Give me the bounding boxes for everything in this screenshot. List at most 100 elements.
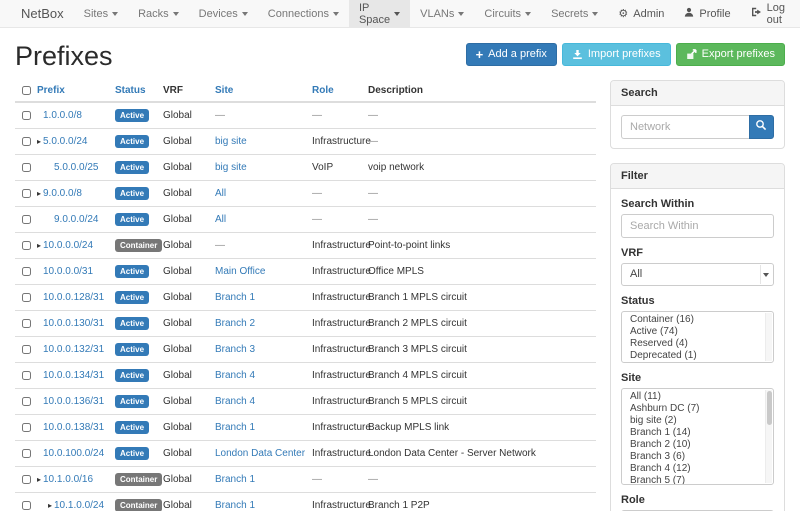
select-option[interactable]: Branch 3 (6) (622, 451, 773, 463)
admin-link[interactable]: ⚙ Admin (608, 0, 674, 27)
site-link[interactable]: Branch 2 (215, 318, 255, 329)
nav-item-sites[interactable]: Sites (74, 0, 128, 27)
prefix-link[interactable]: 1.0.0.0/8 (43, 110, 82, 121)
select-option[interactable]: Branch 5 (7) (622, 475, 773, 485)
row-checkbox[interactable] (22, 137, 31, 146)
search-input[interactable] (621, 115, 749, 139)
row-checkbox[interactable] (22, 397, 31, 406)
select-option[interactable]: Branch 2 (10) (622, 439, 773, 451)
prefix-link[interactable]: 10.1.0.0/16 (43, 474, 93, 485)
table-header-row: Prefix Status VRF Site Role Description (15, 80, 596, 102)
row-checkbox[interactable] (22, 449, 31, 458)
site-link[interactable]: big site (215, 162, 247, 173)
prefix-link[interactable]: 10.0.100.0/24 (43, 448, 104, 459)
prefix-link[interactable]: 5.0.0.0/24 (43, 136, 87, 147)
prefix-link[interactable]: 9.0.0.0/24 (54, 214, 98, 225)
select-option[interactable]: Reserved (4) (622, 338, 773, 350)
add-prefix-button[interactable]: + Add a prefix (466, 43, 557, 66)
table-row: 10.0.0.0/31ActiveGlobalMain OfficeInfras… (15, 259, 596, 285)
prefix-link[interactable]: 10.0.0.134/31 (43, 370, 104, 381)
site-link[interactable]: Branch 1 (215, 422, 255, 433)
import-prefixes-button[interactable]: Import prefixes (562, 43, 671, 66)
row-checkbox[interactable] (22, 111, 31, 120)
role-value: Infrastructure (312, 266, 371, 277)
role-value: Infrastructure (312, 396, 371, 407)
site-multiselect[interactable]: All (11)Ashburn DC (7)big site (2)Branch… (621, 388, 774, 485)
row-checkbox[interactable] (22, 163, 31, 172)
vrf-value: Global (155, 181, 207, 207)
table-row: 10.0.0.136/31ActiveGlobalBranch 4Infrast… (15, 389, 596, 415)
vrf-value: Global (155, 467, 207, 493)
export-prefixes-button[interactable]: Export prefixes (676, 43, 785, 66)
site-link[interactable]: Branch 1 (215, 474, 255, 485)
prefix-link[interactable]: 10.0.0.136/31 (43, 396, 104, 407)
nav-item-connections[interactable]: Connections (258, 0, 349, 27)
search-button[interactable] (749, 115, 774, 139)
prefix-link[interactable]: 10.0.0.0/24 (43, 240, 93, 251)
select-option[interactable]: All (11) (622, 391, 773, 403)
empty-value: — (368, 188, 378, 199)
scrollbar-thumb[interactable] (767, 391, 772, 425)
site-link[interactable]: London Data Center (215, 448, 305, 459)
site-link[interactable]: Branch 4 (215, 370, 255, 381)
prefix-link[interactable]: 10.1.0.0/24 (54, 500, 104, 511)
column-header-role[interactable]: Role (304, 80, 360, 102)
row-checkbox[interactable] (22, 215, 31, 224)
table-row: 10.0.0.138/31ActiveGlobalBranch 1Infrast… (15, 415, 596, 441)
chevron-down-icon (333, 12, 339, 16)
site-link[interactable]: All (215, 214, 226, 225)
row-checkbox[interactable] (22, 189, 31, 198)
select-option[interactable]: Container (16) (622, 314, 773, 326)
row-checkbox[interactable] (22, 475, 31, 484)
select-option[interactable]: Active (74) (622, 326, 773, 338)
site-link[interactable]: Main Office (215, 266, 265, 277)
select-option[interactable]: Deprecated (1) (622, 350, 773, 362)
prefix-link[interactable]: 10.0.0.132/31 (43, 344, 104, 355)
logout-label: Log out (767, 2, 785, 26)
nav-item-devices[interactable]: Devices (189, 0, 258, 27)
select-option[interactable]: big site (2) (622, 415, 773, 427)
site-link[interactable]: Branch 3 (215, 344, 255, 355)
nav-item-ip-space[interactable]: IP Space (349, 0, 410, 27)
row-checkbox[interactable] (22, 423, 31, 432)
prefix-link[interactable]: 9.0.0.0/8 (43, 188, 82, 199)
site-link[interactable]: Branch 1 (215, 292, 255, 303)
row-checkbox[interactable] (22, 241, 31, 250)
site-link[interactable]: Branch 1 (215, 500, 255, 511)
site-link[interactable]: Branch 4 (215, 396, 255, 407)
row-checkbox[interactable] (22, 267, 31, 276)
row-checkbox[interactable] (22, 501, 31, 510)
nav-item-racks[interactable]: Racks (128, 0, 189, 27)
search-within-input[interactable] (621, 214, 774, 238)
select-option[interactable]: Branch 1 (14) (622, 427, 773, 439)
prefix-link[interactable]: 5.0.0.0/25 (54, 162, 98, 173)
column-header-site[interactable]: Site (207, 80, 304, 102)
nav-item-secrets[interactable]: Secrets (541, 0, 608, 27)
nav-item-circuits[interactable]: Circuits (474, 0, 541, 27)
site-link[interactable]: big site (215, 136, 247, 147)
row-checkbox[interactable] (22, 345, 31, 354)
status-badge: Active (115, 317, 149, 330)
prefix-link[interactable]: 10.0.0.0/31 (43, 266, 93, 277)
nav-item-vlans[interactable]: VLANs (410, 0, 474, 27)
select-option[interactable]: Branch 4 (12) (622, 463, 773, 475)
netbox-brand[interactable]: NetBox (15, 0, 74, 27)
select-all-checkbox[interactable] (22, 86, 31, 95)
prefix-link[interactable]: 10.0.0.138/31 (43, 422, 104, 433)
site-link[interactable]: All (215, 188, 226, 199)
column-header-status[interactable]: Status (107, 80, 155, 102)
profile-link[interactable]: Profile (674, 0, 740, 27)
row-checkbox[interactable] (22, 371, 31, 380)
row-checkbox[interactable] (22, 319, 31, 328)
status-multiselect[interactable]: Container (16)Active (74)Reserved (4)Dep… (621, 311, 774, 363)
select-option[interactable]: Ashburn DC (7) (622, 403, 773, 415)
table-row: ▸9.0.0.0/8ActiveGlobalAll—— (15, 181, 596, 207)
column-header-prefix[interactable]: Prefix (35, 80, 107, 102)
prefix-link[interactable]: 10.0.0.128/31 (43, 292, 104, 303)
row-checkbox[interactable] (22, 293, 31, 302)
chevron-down-icon (458, 12, 464, 16)
prefix-link[interactable]: 10.0.0.130/31 (43, 318, 104, 329)
plus-icon: + (476, 50, 484, 60)
logout-link[interactable]: Log out (741, 0, 795, 27)
vrf-select[interactable]: All (621, 263, 774, 286)
